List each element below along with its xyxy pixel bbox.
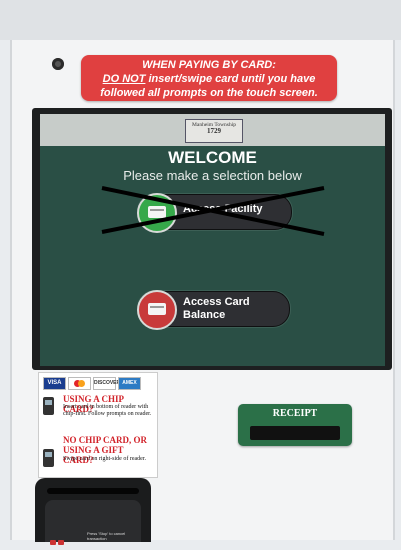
selection-prompt: Please make a selection below: [123, 168, 302, 183]
warning-line-1: WHEN PAYING BY CARD:: [142, 59, 276, 71]
logo-year: 1729: [207, 127, 221, 135]
warning-line-2-rest: insert/swipe card until you have: [145, 73, 316, 85]
card-balance-label-line-2: Balance: [183, 309, 226, 321]
warning-line-3: followed all prompts on the touch screen…: [100, 87, 318, 99]
screen-header: Manheim Township 1729: [40, 114, 385, 146]
screw-icon: [52, 58, 64, 70]
kiosk-top-frame: [0, 0, 401, 40]
discover-logo-icon: DISCOVER: [93, 377, 120, 390]
taped-x-mark: [101, 186, 325, 236]
swipe-reader-icon: [43, 449, 54, 467]
reader-stop-note: Press 'Stop' to cancel transaction: [87, 531, 126, 541]
township-logo: Manheim Township 1729: [185, 119, 243, 143]
card-warning-sign: WHEN PAYING BY CARD: DO NOT insert/swipe…: [81, 55, 337, 101]
card-brand-logos: VISA DISCOVER AMEX: [43, 377, 143, 390]
payment-instructions-decal: VISA DISCOVER AMEX USING A CHIP CARD? Inse…: [38, 372, 158, 478]
touch-screen: Manheim Township 1729 WELCOME Please mak…: [40, 114, 385, 366]
card-icon: [137, 290, 177, 330]
amex-logo-icon: AMEX: [118, 377, 141, 390]
access-card-balance-button[interactable]: Access Card Balance: [137, 290, 290, 330]
receipt-slot[interactable]: [250, 426, 340, 440]
receipt-label: RECEIPT: [272, 408, 318, 419]
chip-reader-icon: [43, 397, 54, 415]
card-balance-label: Access Card Balance: [183, 296, 250, 322]
welcome-title: WELCOME: [168, 148, 257, 167]
no-chip-instructions: Swipe card on right-side of reader.: [63, 456, 146, 462]
card-glyph-icon: [148, 303, 166, 315]
warning-emphasis: DO NOT: [102, 73, 146, 85]
receipt-dispenser: RECEIPT: [238, 404, 352, 446]
chip-card-instructions: Insert card in bottom of reader with chi…: [63, 404, 152, 417]
card-balance-label-line-1: Access Card: [183, 296, 250, 308]
warning-line-2: DO NOT insert/swipe card until you have: [81, 72, 337, 86]
reader-key-icons[interactable]: [50, 532, 80, 545]
visa-logo-icon: VISA: [43, 377, 66, 390]
card-slot[interactable]: [47, 488, 139, 494]
mastercard-logo-icon: [68, 377, 91, 390]
